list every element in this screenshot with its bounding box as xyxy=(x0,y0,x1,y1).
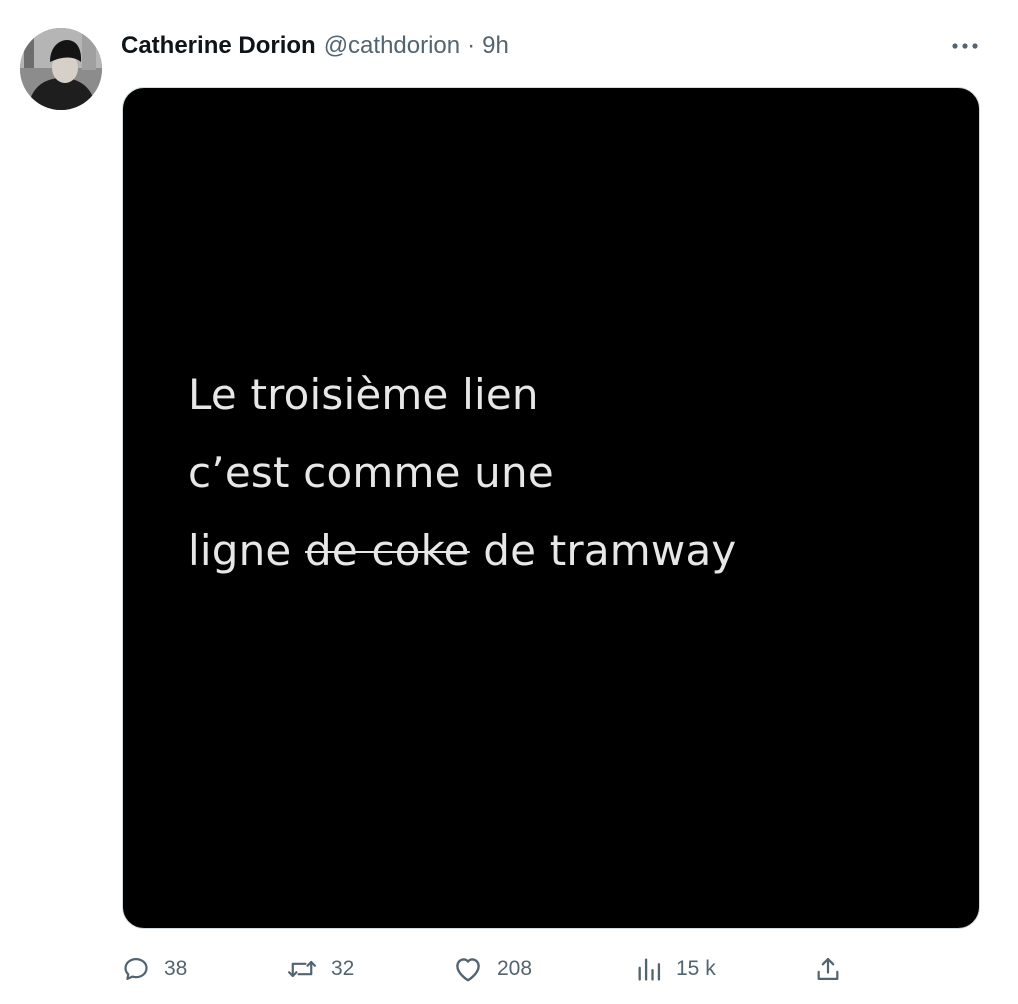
share-icon xyxy=(817,957,839,981)
reply-button[interactable]: 38 xyxy=(122,947,187,991)
struck-text: de coke xyxy=(305,526,470,575)
tweet[interactable]: Catherine Dorion @cathdorion · 9h Le tro… xyxy=(0,0,1018,1004)
reply-icon xyxy=(124,957,148,981)
more-horizontal-icon xyxy=(952,43,978,49)
media-text-line-3: ligne de coke de tramway xyxy=(188,512,736,590)
views-chart-icon xyxy=(638,958,661,981)
retweet-button[interactable]: 32 xyxy=(287,947,354,991)
heart-icon xyxy=(456,958,480,982)
line-3-end: de tramway xyxy=(469,526,737,575)
tweet-media-image[interactable]: Le troisième lien c’est comme une ligne … xyxy=(122,87,980,929)
like-count: 208 xyxy=(497,957,533,980)
avatar[interactable] xyxy=(20,28,102,110)
line-3-start: ligne xyxy=(188,526,306,575)
separator-dot: · xyxy=(467,32,476,59)
views-button[interactable]: 15 k xyxy=(636,947,716,991)
author-handle[interactable]: @cathdorion xyxy=(324,30,460,62)
tweet-header: Catherine Dorion @cathdorion · 9h xyxy=(121,30,509,62)
author-name[interactable]: Catherine Dorion xyxy=(121,30,316,62)
avatar-photo xyxy=(20,28,102,110)
timestamp[interactable]: 9h xyxy=(482,30,509,62)
media-text: Le troisième lien c’est comme une ligne … xyxy=(188,356,736,590)
media-text-line-1: Le troisième lien xyxy=(188,370,539,419)
media-text-line-2: c’est comme une xyxy=(188,448,554,497)
retweet-count: 32 xyxy=(331,957,355,980)
like-button[interactable]: 208 xyxy=(453,947,532,991)
share-button[interactable] xyxy=(814,947,842,991)
more-options-button[interactable] xyxy=(945,30,985,62)
retweet-icon xyxy=(287,960,317,978)
reply-count: 38 xyxy=(164,957,188,980)
tweet-actions: 38 32 208 15 k xyxy=(0,947,1018,991)
views-count: 15 k xyxy=(676,957,716,980)
